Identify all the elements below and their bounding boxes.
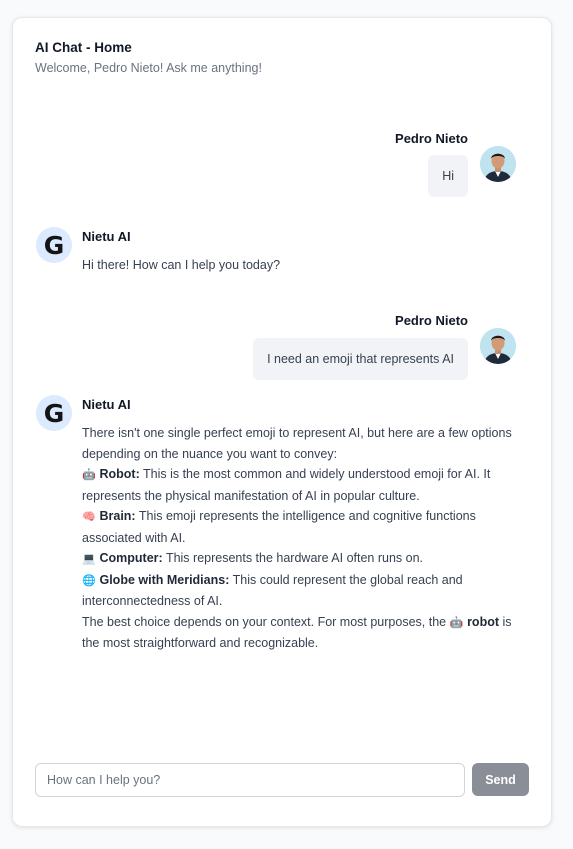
user-name: Pedro Nieto [395,131,468,146]
ai-message-text: Hi there! How can I help you today? [82,258,281,272]
option-text: This represents the hardware AI often ru… [165,551,424,565]
option-brain: 🧠 Brain: This emoji represents the intel… [82,506,522,548]
option-text: This emoji represents the intelligence a… [82,509,476,545]
option-label: Computer: [99,551,163,565]
computer-emoji-icon: 💻 [82,553,96,565]
option-label: Globe with Meridians: [99,572,230,587]
closing-bold: robot [467,614,499,629]
welcome-subtitle: Welcome, Pedro Nieto! Ask me anything! [35,61,262,75]
option-computer: 💻 Computer: This represents the hardware… [82,548,522,570]
page-title: AI Chat - Home [35,40,132,55]
option-label: Robot: [99,467,140,481]
closing-text: The best choice depends on your context.… [82,614,447,629]
user-message-bubble: Hi [428,155,468,197]
ai-avatar: G [36,227,72,263]
ai-avatar: G [36,395,72,431]
chat-input-row: Send [35,763,530,797]
chat-card: AI Chat - Home Welcome, Pedro Nieto! Ask… [12,17,552,827]
option-globe: 🌐 Globe with Meridians: This could repre… [82,570,522,612]
user-avatar [480,146,516,182]
robot-emoji-icon: 🤖 [449,616,464,629]
globe-emoji-icon: 🌐 [82,574,96,587]
ai-message-text: There isn't one single perfect emoji to … [82,423,522,654]
user-name: Pedro Nieto [395,313,468,328]
user-message-bubble: I need an emoji that represents AI [253,338,468,380]
user-avatar [480,328,516,364]
ai-logo-icon: G [43,230,65,260]
send-button[interactable]: Send [472,763,529,796]
ai-logo-icon: G [43,398,65,428]
ai-closing: The best choice depends on your context.… [82,612,522,654]
user-portrait-icon [480,146,516,182]
option-label: Brain: [99,509,136,523]
ai-name: Nietu AI [82,229,131,244]
brain-emoji-icon: 🧠 [82,511,96,523]
robot-emoji-icon: 🤖 [82,469,96,481]
ai-name: Nietu AI [82,397,131,412]
option-text: This is the most common and widely under… [82,467,491,503]
chat-input[interactable] [35,763,465,797]
chat-header: AI Chat - Home Welcome, Pedro Nieto! Ask… [35,40,262,75]
option-robot: 🤖 Robot: This is the most common and wid… [82,464,522,506]
user-portrait-icon [480,328,516,364]
ai-intro: There isn't one single perfect emoji to … [82,426,512,461]
